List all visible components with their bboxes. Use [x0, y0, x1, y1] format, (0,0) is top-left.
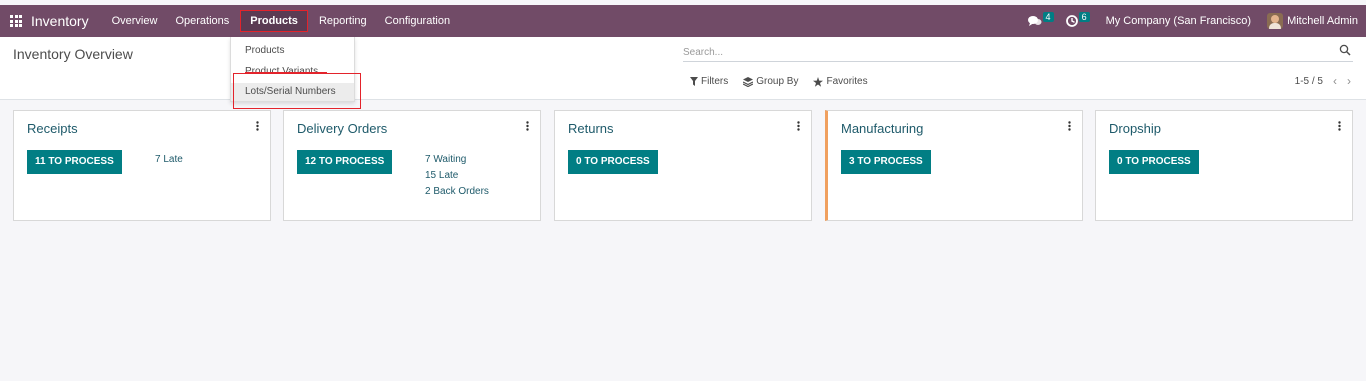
- top-navbar: Inventory Overview Operations Products R…: [0, 5, 1366, 37]
- to-process-button[interactable]: 11 TO PROCESS: [27, 150, 122, 174]
- pager-value[interactable]: 1-5 / 5: [1295, 76, 1323, 87]
- kebab-menu-icon[interactable]: [256, 121, 259, 131]
- to-process-button[interactable]: 0 TO PROCESS: [568, 150, 658, 174]
- card-delivery-orders: Delivery Orders 12 TO PROCESS 7 Waiting …: [283, 110, 541, 221]
- to-process-button[interactable]: 12 TO PROCESS: [297, 150, 393, 174]
- menu-overview[interactable]: Overview: [103, 5, 167, 37]
- search-bar: [683, 42, 1353, 62]
- dropdown-item-products[interactable]: Products: [231, 42, 354, 60]
- user-menu[interactable]: Mitchell Admin: [1267, 13, 1358, 29]
- search-options: Filters Group By Favorites: [690, 76, 883, 87]
- filters-label: Filters: [701, 76, 729, 87]
- activities-count-badge: 6: [1078, 12, 1090, 22]
- activities-systray[interactable]: 6: [1065, 12, 1090, 27]
- card-returns: Returns 0 TO PROCESS: [554, 110, 812, 221]
- card-title[interactable]: Delivery Orders: [297, 121, 387, 136]
- star-icon: [813, 76, 824, 87]
- card-title[interactable]: Returns: [568, 121, 614, 136]
- stat-late[interactable]: 7 Late: [155, 152, 183, 168]
- favorites-button[interactable]: Favorites: [813, 76, 868, 87]
- control-panel: Inventory Overview Filters Group By: [0, 37, 1366, 100]
- card-receipts: Receipts 11 TO PROCESS 7 Late: [13, 110, 271, 221]
- group-by-label: Group By: [756, 76, 799, 87]
- layers-icon: [743, 76, 754, 87]
- card-title[interactable]: Manufacturing: [841, 121, 923, 136]
- filter-icon: [690, 77, 698, 86]
- card-title[interactable]: Dropship: [1109, 121, 1161, 136]
- avatar: [1267, 13, 1284, 29]
- to-process-button[interactable]: 3 TO PROCESS: [841, 150, 931, 174]
- favorites-label: Favorites: [826, 76, 868, 87]
- kebab-menu-icon[interactable]: [797, 121, 800, 131]
- kebab-menu-icon[interactable]: [1338, 121, 1341, 131]
- page-title: Inventory Overview: [13, 46, 133, 62]
- filters-button[interactable]: Filters: [690, 76, 728, 87]
- strikethrough-line: [245, 72, 327, 73]
- products-dropdown-menu: Products Product Variants Lots/Serial Nu…: [230, 37, 355, 102]
- search-icon[interactable]: [1339, 44, 1351, 56]
- chevron-left-icon[interactable]: ‹: [1333, 74, 1337, 88]
- stat-back-orders[interactable]: 2 Back Orders: [425, 184, 489, 200]
- kebab-menu-icon[interactable]: [526, 121, 529, 131]
- dropdown-item-lots-serial-numbers[interactable]: Lots/Serial Numbers: [231, 83, 354, 101]
- card-title[interactable]: Receipts: [27, 121, 78, 136]
- stat-waiting[interactable]: 7 Waiting: [425, 152, 489, 168]
- group-by-button[interactable]: Group By: [743, 76, 798, 87]
- stat-late[interactable]: 15 Late: [425, 168, 489, 184]
- chat-bubbles-icon: [1027, 16, 1042, 26]
- messages-count-badge: 4: [1042, 12, 1054, 22]
- chevron-right-icon[interactable]: ›: [1347, 74, 1351, 88]
- apps-grid-icon[interactable]: [10, 15, 22, 27]
- app-brand[interactable]: Inventory: [31, 13, 89, 29]
- card-stats: 7 Late: [155, 152, 183, 168]
- kebab-menu-icon[interactable]: [1068, 121, 1071, 131]
- clock-icon: [1065, 15, 1078, 27]
- search-input[interactable]: [683, 43, 1323, 62]
- user-name: Mitchell Admin: [1287, 15, 1358, 27]
- menu-reporting[interactable]: Reporting: [310, 5, 376, 37]
- card-manufacturing: Manufacturing 3 TO PROCESS: [825, 110, 1083, 221]
- to-process-button[interactable]: 0 TO PROCESS: [1109, 150, 1199, 174]
- card-stats: 7 Waiting 15 Late 2 Back Orders: [425, 152, 489, 200]
- menu-products[interactable]: Products: [240, 10, 308, 32]
- company-switcher[interactable]: My Company (San Francisco): [1106, 15, 1252, 27]
- messages-systray[interactable]: 4: [1027, 12, 1054, 27]
- menu-configuration[interactable]: Configuration: [376, 5, 459, 37]
- pager: 1-5 / 5 ‹ ›: [1295, 74, 1351, 88]
- menu-operations[interactable]: Operations: [166, 5, 238, 37]
- card-dropship: Dropship 0 TO PROCESS: [1095, 110, 1353, 221]
